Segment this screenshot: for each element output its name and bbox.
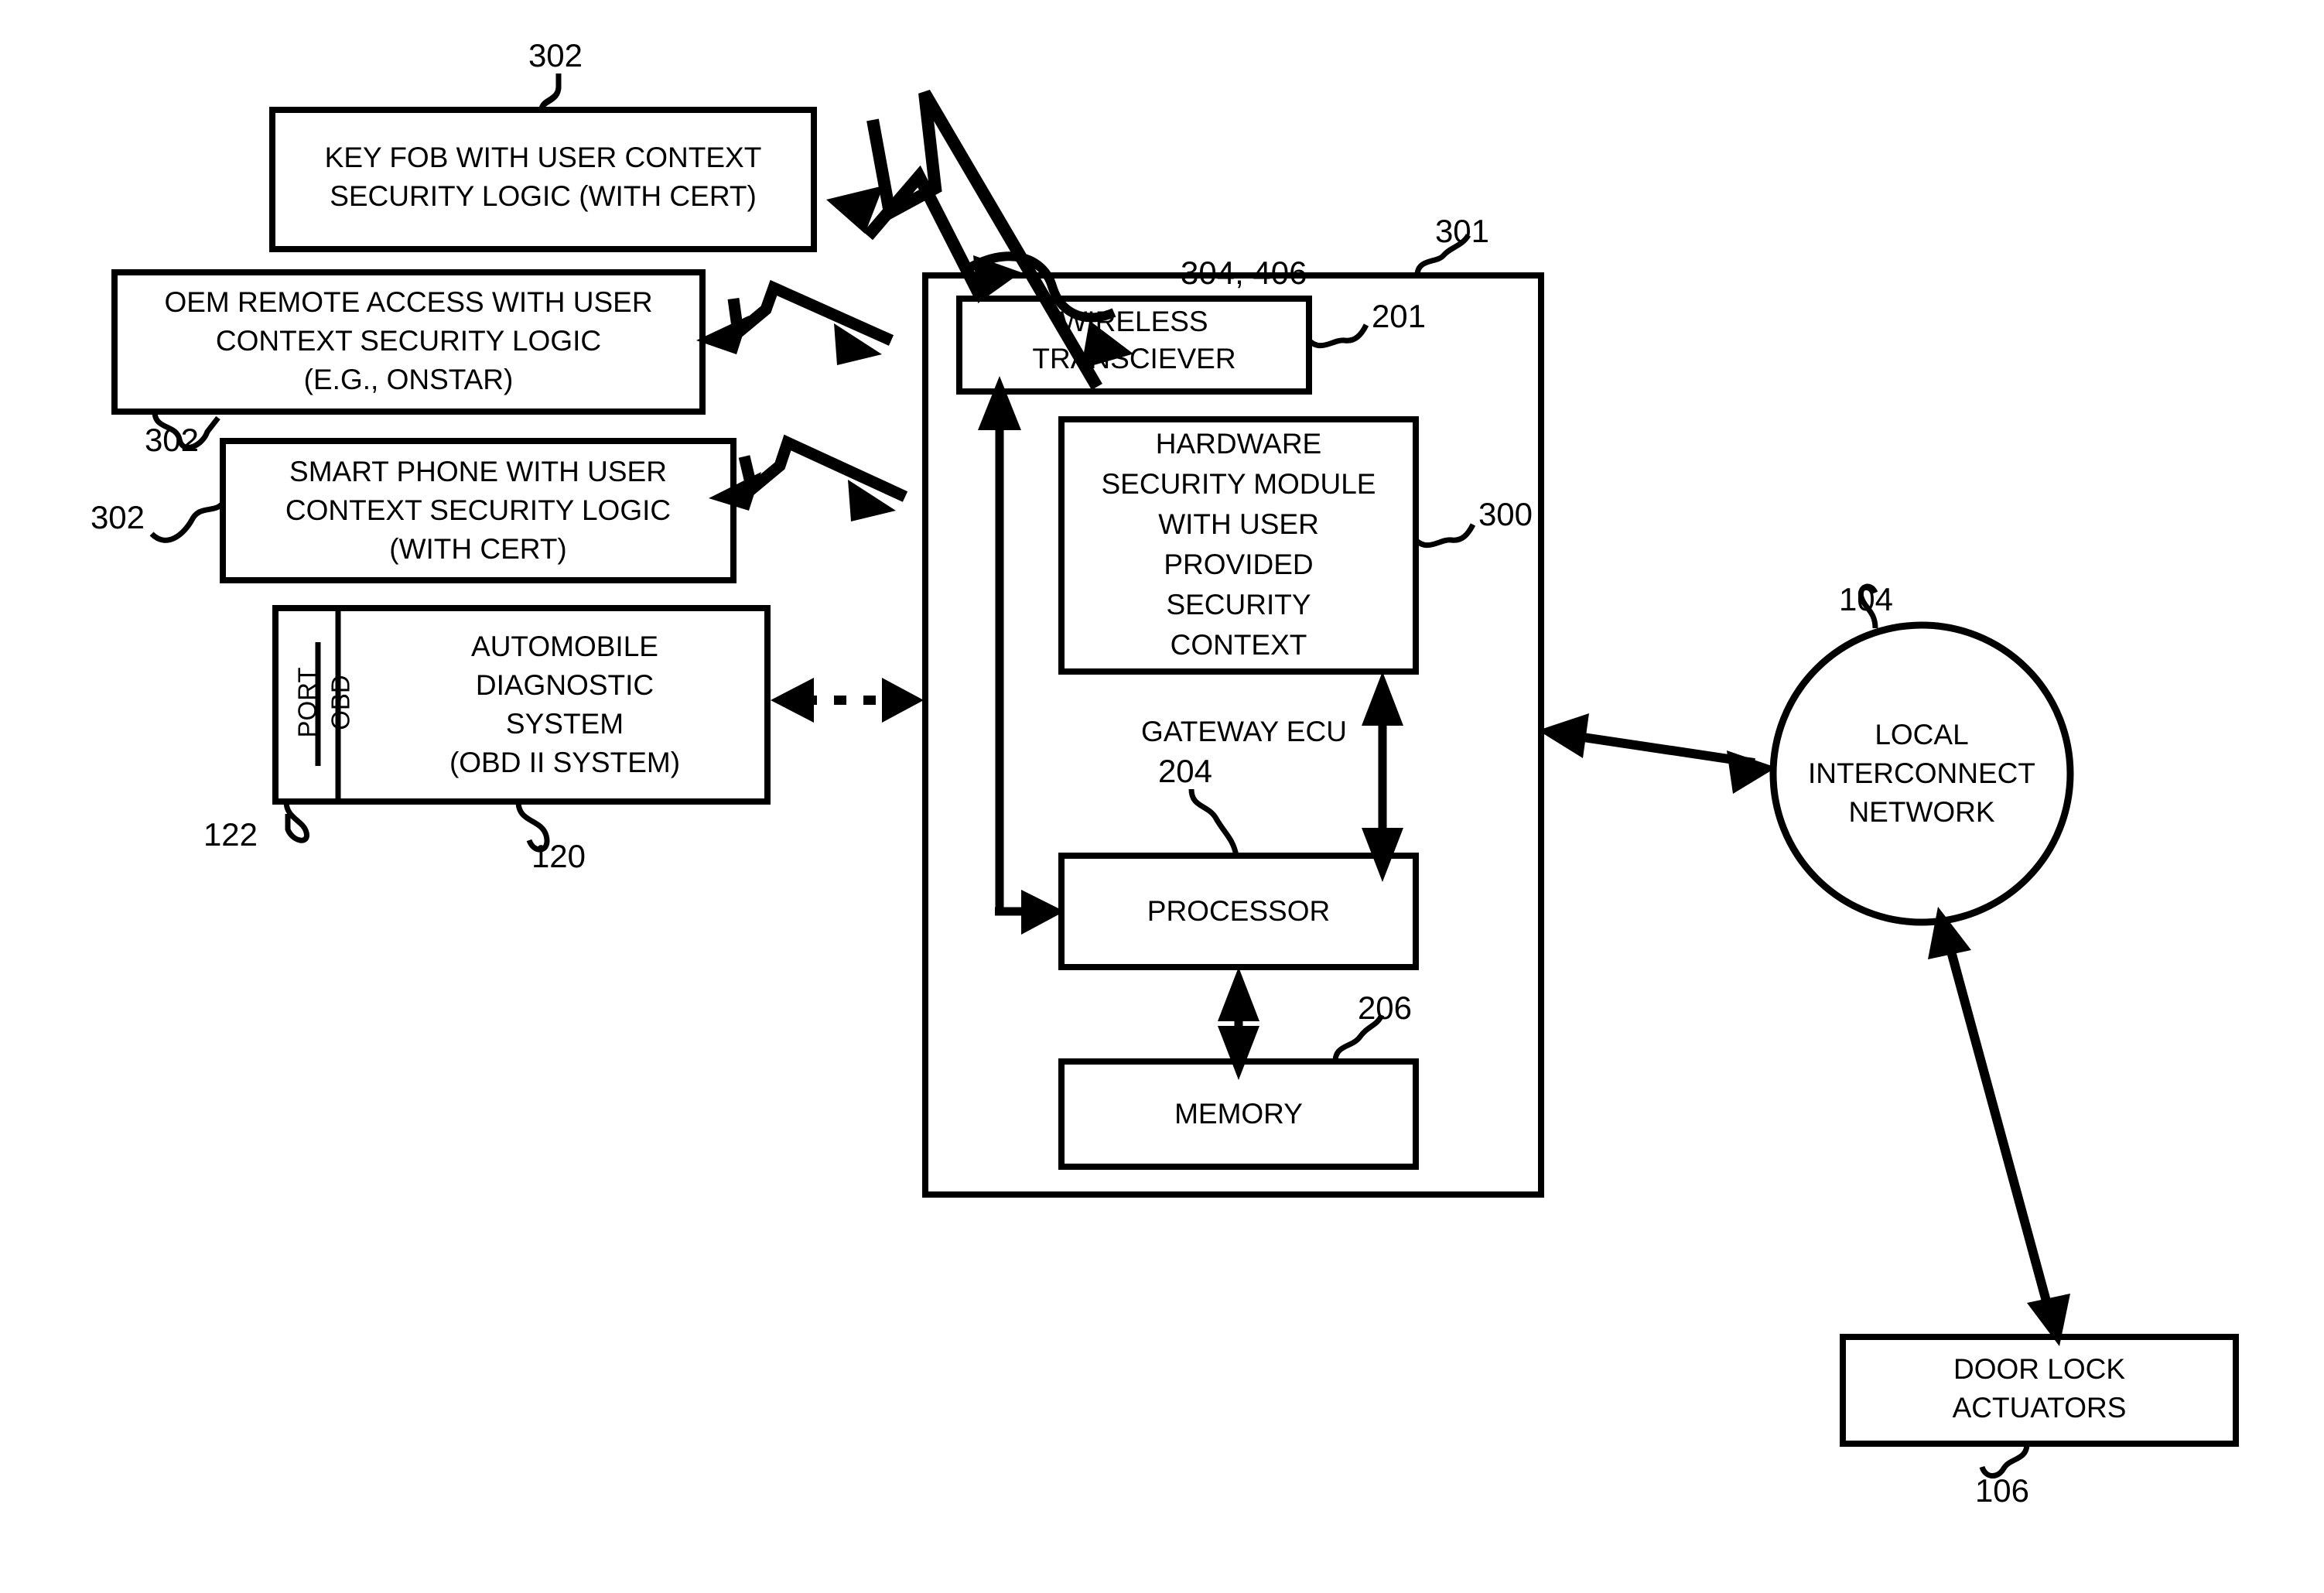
obd-port-label-line-2: PORT	[293, 667, 322, 737]
door-lock-leader-line	[1979, 1443, 2030, 1478]
obd-gateway-arrowhead-left	[771, 678, 814, 723]
hsm-processor-connection	[1362, 672, 1403, 882]
obd-port-leader-line	[283, 801, 309, 843]
local-interconnect-network-block: LOCAL INTERCONNECT NETWORK 104 104	[1769, 581, 2074, 926]
hsm-label-line-4: PROVIDED	[1164, 549, 1313, 580]
hsm-label-line-1: HARDWARE	[1156, 428, 1321, 460]
hsm-ref-number: 300	[1478, 496, 1533, 532]
key-fob-leader-curve	[538, 86, 562, 111]
processor-block: PROCESSOR 204	[1058, 753, 1419, 970]
obd-system-label-line-3: SYSTEM	[506, 708, 624, 740]
gateway-lin-arrowhead-left	[1538, 713, 1589, 758]
figure-canvas: KEY FOB WITH USER CONTEXT SECURITY LOGIC…	[91, 37, 2239, 1509]
lin-label-line-1: LOCAL	[1875, 719, 1968, 750]
lin-ref-number-visible: 104	[1839, 581, 1893, 617]
wireless-transceiver-ref-number: 201	[1372, 298, 1426, 334]
smart-phone-label-line-1: SMART PHONE WITH USER	[289, 456, 667, 487]
key-fob-ref-number: 302	[528, 37, 583, 73]
processor-leader-line	[1188, 788, 1239, 856]
automobile-diagnostic-system-block: PORT OBD AUTOMOBILE DIAGNOSTIC SYSTEM (O…	[203, 605, 771, 874]
smart-phone-ref-number: 302	[91, 499, 145, 535]
obd-gateway-connection	[771, 678, 924, 723]
gateway-lin-connection	[1538, 713, 1776, 794]
memory-ref-number: 206	[1358, 990, 1412, 1026]
oem-remote-label-line-1: OEM REMOTE ACCESS WITH USER	[164, 286, 652, 318]
oem-bolt-path	[727, 279, 894, 346]
smart-phone-label-line-2: CONTEXT SECURITY LOGIC	[285, 494, 671, 526]
key-fob-block: KEY FOB WITH USER CONTEXT SECURITY LOGIC…	[269, 37, 817, 252]
obd-system-ref-number: 120	[531, 838, 586, 874]
smart-phone-label-line-3: (WITH CERT)	[389, 533, 567, 565]
patent-figure: KEY FOB WITH USER CONTEXT SECURITY LOGIC…	[0, 0, 2324, 1593]
gateway-ecu-ref-number: 301	[1435, 213, 1489, 249]
wireless-signal-oem-remote	[696, 279, 894, 365]
oem-remote-access-block: OEM REMOTE ACCESS WITH USER CONTEXT SECU…	[111, 269, 706, 458]
wireless-signal-smart-phone	[709, 434, 908, 521]
processor-memory-arrowhead-down	[1218, 1026, 1259, 1080]
processor-memory-arrowhead-up	[1218, 967, 1259, 1021]
gateway-ecu-label: GATEWAY ECU	[1141, 716, 1347, 747]
obd-system-label-line-4: (OBD II SYSTEM)	[449, 747, 680, 778]
smart-phone-block: SMART PHONE WITH USER CONTEXT SECURITY L…	[91, 438, 737, 583]
lin-door-lock-connection	[1928, 907, 2070, 1346]
door-lock-actuators-block: DOOR LOCK ACTUATORS 106	[1840, 1334, 2239, 1509]
oem-remote-ref-number: 302	[145, 422, 199, 458]
obd-system-label-line-1: AUTOMOBILE	[471, 631, 658, 662]
door-lock-label-line-2: ACTUATORS	[1953, 1392, 2127, 1424]
processor-downlink-arrowhead	[1021, 890, 1065, 935]
lin-door-lock-line	[1943, 938, 2055, 1317]
oem-remote-label-line-3: (E.G., ONSTAR)	[304, 364, 514, 395]
processor-ref-number: 204	[1158, 753, 1212, 789]
hsm-leader-line	[1413, 523, 1476, 549]
door-lock-label-line-1: DOOR LOCK	[1953, 1353, 2125, 1385]
smart-phone-leader-line	[149, 501, 225, 543]
hsm-label-line-6: CONTEXT	[1171, 629, 1307, 661]
wireless-transceiver-label-line-2: TRANSCIEVER	[1032, 343, 1235, 374]
lin-label-line-2: INTERCONNECT	[1808, 757, 2035, 789]
obd-system-label-line-2: DIAGNOSTIC	[476, 669, 654, 701]
wireless-transceiver-block: WIRELESS TRANSCIEVER 201	[956, 296, 1426, 395]
wireless-signal-ref-number: 304, 406	[1181, 255, 1307, 291]
obd-gateway-arrowhead-right	[882, 678, 924, 723]
lin-label-line-3: NETWORK	[1848, 796, 1994, 828]
hsm-label-line-2: SECURITY MODULE	[1102, 468, 1376, 500]
processor-label: PROCESSOR	[1147, 895, 1330, 927]
hsm-label-line-5: SECURITY	[1166, 589, 1311, 620]
hsm-label-line-3: WITH USER	[1158, 508, 1319, 540]
key-fob-label-line-2: SECURITY LOGIC (WITH CERT)	[330, 180, 757, 212]
hsm-processor-arrowhead-up	[1362, 672, 1403, 726]
memory-label: MEMORY	[1174, 1098, 1303, 1130]
obd-port-label-line-1: OBD	[326, 675, 355, 730]
key-fob-label-line-1: KEY FOB WITH USER CONTEXT	[325, 142, 762, 173]
hardware-security-module-block: HARDWARE SECURITY MODULE WITH USER PROVI…	[1058, 416, 1533, 675]
door-lock-ref-number: 106	[1975, 1472, 2029, 1509]
transceiver-processor-connection	[978, 376, 1065, 935]
oem-remote-label-line-2: CONTEXT SECURITY LOGIC	[216, 325, 601, 357]
obd-port-ref-number: 122	[203, 816, 258, 853]
transceiver-uplink-arrowhead	[978, 376, 1021, 430]
wireless-transceiver-leader-line	[1307, 323, 1369, 349]
smart-phone-bolt-path	[738, 434, 908, 502]
gateway-lin-arrowhead-right	[1727, 750, 1776, 794]
